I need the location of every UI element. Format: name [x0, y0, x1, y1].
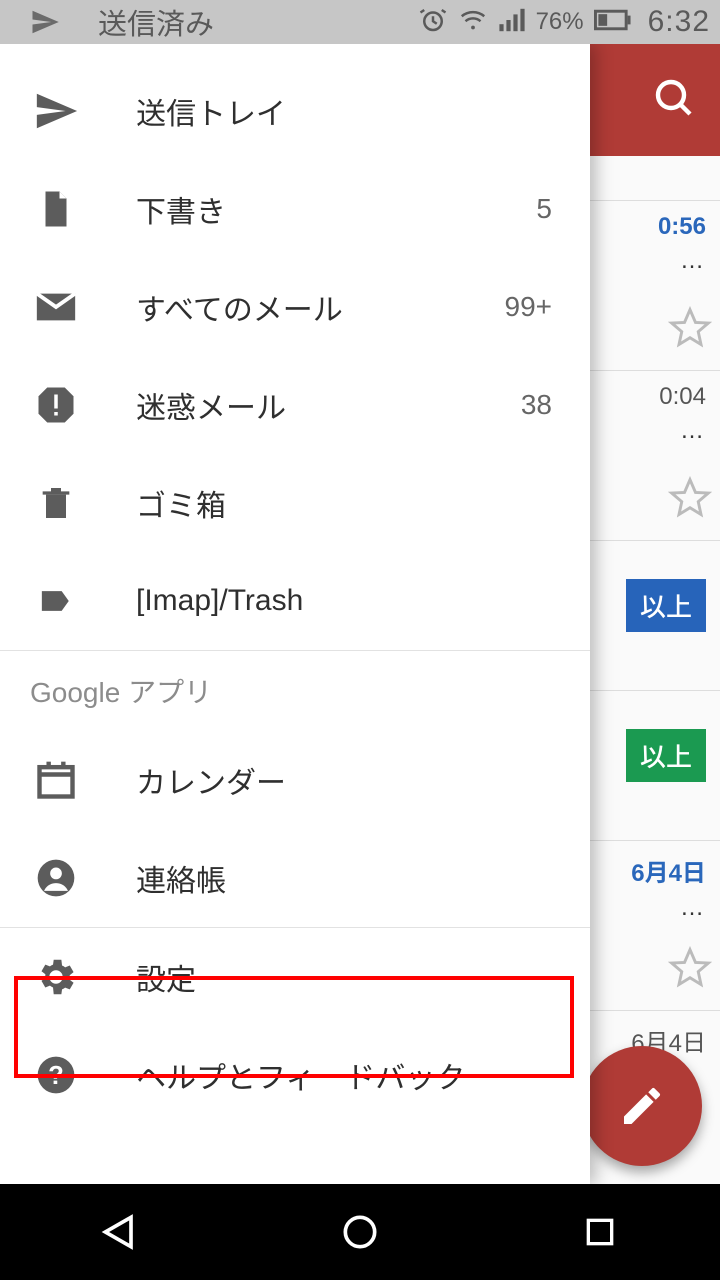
drawer-item-label: 迷惑メール — [136, 383, 521, 427]
drawer-item-label: すべてのメール — [136, 285, 505, 329]
mail-badge: 以上 — [626, 579, 706, 632]
battery-percent: 76% — [536, 8, 584, 36]
gear-icon — [30, 951, 82, 1003]
contacts-icon — [30, 852, 82, 904]
trash-icon — [30, 477, 82, 529]
drawer-item-imap-trash[interactable]: [Imap]/Trash — [0, 552, 590, 650]
clock: 6:32 — [648, 5, 710, 39]
drawer-item-label: 下書き — [136, 187, 536, 231]
status-bar: 送信済み 76% 6:32 — [0, 0, 720, 44]
home-button[interactable] — [334, 1206, 386, 1258]
battery-icon — [594, 9, 632, 36]
drawer-item-label: 連絡帳 — [136, 856, 560, 900]
svg-text:?: ? — [48, 1062, 64, 1090]
label-icon — [30, 575, 82, 627]
drawer-item-contacts[interactable]: 連絡帳 — [0, 829, 590, 927]
navigation-drawer: 送信トレイ 下書き 5 すべてのメール 99+ 迷惑メール 38 — [0, 44, 590, 1184]
star-icon[interactable] — [668, 306, 712, 350]
send-icon — [30, 85, 82, 137]
drawer-item-label: ゴミ箱 — [136, 481, 552, 525]
alarm-icon — [418, 5, 448, 40]
drawer-item-label: [Imap]/Trash — [136, 584, 552, 618]
section-header-google-apps: Google アプリ — [0, 651, 590, 731]
wifi-icon — [458, 5, 488, 40]
drawer-item-label: 設定 — [136, 955, 560, 999]
system-navbar — [0, 1184, 720, 1280]
drawer-item-drafts[interactable]: 下書き 5 — [0, 160, 590, 258]
drawer-item-calendar[interactable]: カレンダー — [0, 731, 590, 829]
send-icon — [20, 7, 70, 37]
drawer-item-label: 送信トレイ — [136, 89, 552, 133]
mail-icon — [30, 281, 82, 333]
spam-icon — [30, 379, 82, 431]
drawer-item-sent[interactable]: 送信トレイ — [0, 62, 590, 160]
drawer-item-label: ヘルプとフィードバック — [136, 1053, 560, 1097]
calendar-icon — [30, 754, 82, 806]
star-icon[interactable] — [668, 946, 712, 990]
recent-button[interactable] — [574, 1206, 626, 1258]
drawer-item-label: カレンダー — [136, 758, 560, 802]
drawer-item-settings[interactable]: 設定 — [0, 928, 590, 1026]
back-button[interactable] — [94, 1206, 146, 1258]
file-icon — [30, 183, 82, 235]
compose-fab[interactable] — [582, 1046, 702, 1166]
drawer-item-count: 5 — [536, 193, 560, 225]
drawer-item-count: 99+ — [505, 291, 561, 323]
help-icon: ? — [30, 1049, 82, 1101]
search-icon[interactable] — [650, 74, 698, 127]
drawer-item-count: 38 — [521, 389, 560, 421]
mail-badge: 以上 — [626, 729, 706, 782]
drawer-item-spam[interactable]: 迷惑メール 38 — [0, 356, 590, 454]
signal-icon — [498, 6, 526, 39]
drawer-item-help[interactable]: ? ヘルプとフィードバック — [0, 1026, 590, 1124]
drawer-item-trash[interactable]: ゴミ箱 — [0, 454, 590, 552]
status-title: 送信済み — [98, 1, 214, 43]
star-icon[interactable] — [668, 476, 712, 520]
drawer-item-allmail[interactable]: すべてのメール 99+ — [0, 258, 590, 356]
